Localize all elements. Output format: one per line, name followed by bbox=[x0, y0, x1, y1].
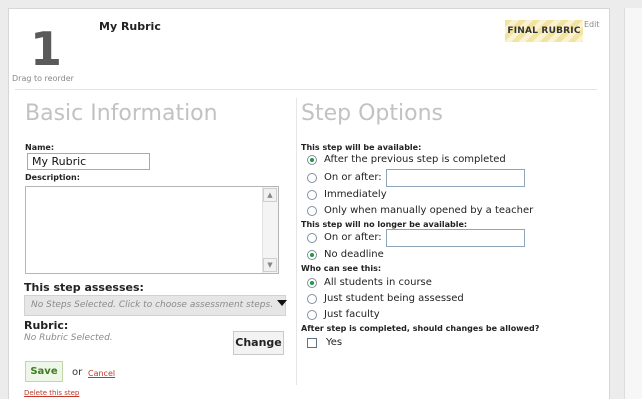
available-date-input[interactable] bbox=[386, 169, 525, 187]
available-option-label: Immediately bbox=[324, 189, 387, 200]
name-label: Name: bbox=[25, 143, 55, 152]
save-button[interactable]: Save bbox=[25, 361, 63, 382]
rubric-label: Rubric: bbox=[24, 319, 69, 332]
unavailable-option-on-or-after[interactable]: On or after: bbox=[307, 232, 382, 243]
assessment-steps-select[interactable]: No Steps Selected. Click to choose asses… bbox=[24, 295, 286, 316]
visibility-option-all-students[interactable]: All students in course bbox=[307, 277, 432, 288]
radio-selected-icon[interactable] bbox=[307, 249, 317, 260]
radio-icon[interactable] bbox=[307, 189, 317, 200]
visibility-label: Who can see this: bbox=[301, 264, 382, 273]
radio-selected-icon[interactable] bbox=[307, 154, 317, 165]
unavailable-option-label: On or after: bbox=[324, 232, 382, 243]
step-number[interactable]: 1 bbox=[30, 26, 62, 72]
change-rubric-button[interactable]: Change bbox=[233, 331, 284, 355]
visibility-option-label: Just faculty bbox=[324, 309, 380, 320]
drag-hint: Drag to reorder bbox=[12, 74, 74, 83]
column-divider bbox=[296, 98, 297, 385]
checkbox-icon[interactable] bbox=[307, 337, 317, 348]
description-label: Description: bbox=[25, 173, 80, 182]
available-option-after-previous[interactable]: After the previous step is completed bbox=[307, 154, 506, 165]
unavailable-option-label: No deadline bbox=[324, 249, 384, 260]
final-rubric-badge: FINAL RUBRIC bbox=[505, 20, 583, 42]
visibility-option-student[interactable]: Just student being assessed bbox=[307, 293, 464, 304]
unavailable-label: This step will no longer be available: bbox=[301, 220, 468, 229]
radio-icon[interactable] bbox=[307, 293, 317, 304]
visibility-option-label: All students in course bbox=[324, 277, 432, 288]
or-text: or bbox=[72, 367, 83, 378]
scroll-up-icon[interactable]: ▲ bbox=[263, 188, 277, 202]
description-textarea[interactable]: ▲ ▼ bbox=[25, 186, 279, 274]
delete-step-link[interactable]: Delete this step bbox=[24, 389, 79, 397]
header-divider bbox=[15, 89, 597, 90]
radio-icon[interactable] bbox=[307, 232, 317, 243]
scroll-down-icon[interactable]: ▼ bbox=[263, 258, 277, 272]
right-rail bbox=[624, 8, 642, 399]
available-option-label: Only when manually opened by a teacher bbox=[324, 205, 534, 216]
unavailable-date-input[interactable] bbox=[386, 229, 525, 247]
changes-allowed-option[interactable]: Yes bbox=[307, 337, 342, 348]
name-input[interactable] bbox=[27, 153, 150, 170]
changes-allowed-yes-label: Yes bbox=[326, 337, 343, 348]
step-title: My Rubric bbox=[99, 20, 161, 33]
available-option-immediately[interactable]: Immediately bbox=[307, 189, 387, 200]
basic-information-heading: Basic Information bbox=[25, 101, 218, 126]
assesses-label: This step assesses: bbox=[24, 281, 144, 294]
radio-selected-icon[interactable] bbox=[307, 277, 317, 288]
unavailable-option-no-deadline[interactable]: No deadline bbox=[307, 249, 384, 260]
available-option-manual[interactable]: Only when manually opened by a teacher bbox=[307, 205, 533, 216]
visibility-option-label: Just student being assessed bbox=[324, 293, 464, 304]
available-option-on-or-after[interactable]: On or after: bbox=[307, 172, 382, 183]
cancel-link[interactable]: Cancel bbox=[88, 369, 115, 378]
radio-icon[interactable] bbox=[307, 205, 317, 216]
radio-icon[interactable] bbox=[307, 309, 317, 320]
dropdown-arrow-icon[interactable] bbox=[277, 300, 287, 306]
available-label: This step will be available: bbox=[301, 143, 422, 152]
available-option-label: After the previous step is completed bbox=[324, 154, 506, 165]
description-scrollbar[interactable]: ▲ ▼ bbox=[262, 187, 278, 273]
visibility-option-faculty[interactable]: Just faculty bbox=[307, 309, 380, 320]
step-options-heading: Step Options bbox=[301, 101, 443, 126]
edit-link[interactable]: Edit bbox=[584, 20, 600, 29]
available-option-label: On or after: bbox=[324, 172, 382, 183]
changes-allowed-label: After step is completed, should changes … bbox=[301, 324, 540, 333]
radio-icon[interactable] bbox=[307, 172, 317, 183]
rubric-value: No Rubric Selected. bbox=[24, 333, 113, 343]
